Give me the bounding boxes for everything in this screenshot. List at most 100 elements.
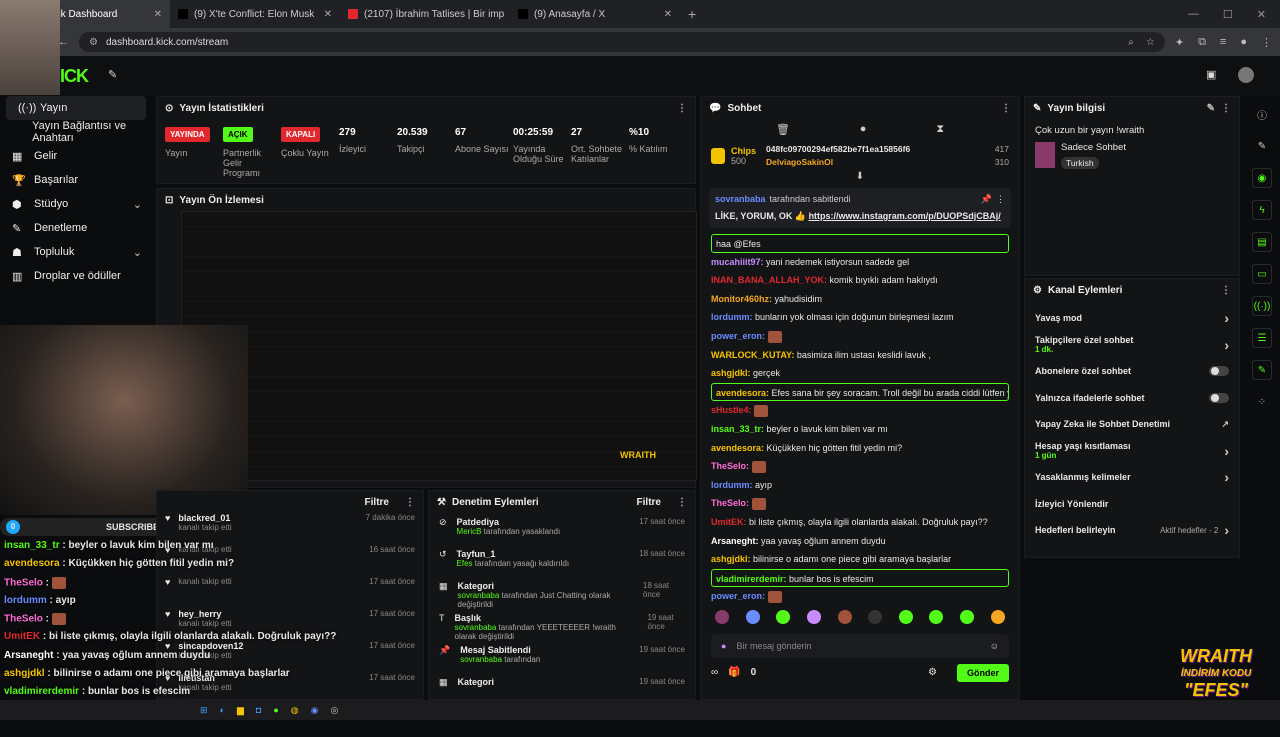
zoom-icon[interactable]: ⌕ bbox=[1128, 37, 1134, 48]
broadcast-rail-icon[interactable]: ((·)) bbox=[1252, 296, 1272, 316]
moderation-actor[interactable]: sovranbaba bbox=[455, 623, 497, 632]
profile-icon[interactable]: ● bbox=[1240, 36, 1247, 49]
chat-username[interactable]: Monitor460hz: bbox=[711, 294, 772, 304]
channel-action-row[interactable]: Yavaş mod › bbox=[1025, 305, 1239, 332]
reading-list-icon[interactable]: ≡ bbox=[1220, 36, 1226, 49]
chevron-down-icon[interactable]: ⌄ bbox=[133, 198, 142, 211]
browser-tab[interactable]: (9) X'te Conflict: Elon Musk ✕ bbox=[170, 0, 340, 28]
stream-category[interactable]: Sadece Sohbet bbox=[1061, 142, 1126, 153]
chat-username[interactable]: ashgjdkl: bbox=[711, 554, 751, 564]
chat-rail-icon[interactable]: ▭ bbox=[1252, 264, 1272, 284]
moderation-row[interactable]: ⊘ Patdediya MericB tarafından yasaklandı 17… bbox=[429, 513, 695, 545]
moderation-actor[interactable]: Efes bbox=[457, 559, 473, 568]
sidebar-item[interactable]: 🏆 Başarılar bbox=[0, 168, 152, 192]
camera-icon[interactable]: ◉ bbox=[1252, 168, 1272, 188]
chat-message[interactable]: mucahiiit97: yani nedemek istiyorsun sad… bbox=[711, 253, 1009, 272]
points-icon[interactable]: ∞ bbox=[711, 667, 718, 678]
moderation-actor[interactable]: MericB bbox=[457, 527, 482, 536]
spotify-icon[interactable]: ● bbox=[273, 705, 278, 715]
scroll-down-icon[interactable]: ⬇ bbox=[701, 171, 1019, 182]
chat-username[interactable]: Arsaneght: bbox=[711, 536, 759, 546]
top-user-1[interactable]: 048fc09700294ef582be7f1ea15856f6 bbox=[766, 144, 910, 154]
new-tab-button[interactable]: + bbox=[680, 6, 704, 22]
more-tools-icon[interactable]: ⁘ bbox=[1252, 392, 1272, 412]
url-field[interactable]: ⚙ dashboard.kick.com/stream ⌕ ☆ bbox=[79, 32, 1165, 52]
wrench-icon[interactable]: ✎ bbox=[108, 68, 117, 81]
queue-icon[interactable]: ☰ bbox=[1252, 328, 1272, 348]
moderation-row[interactable]: T Başlık sovranbaba tarafından YEEETEEEER … bbox=[429, 609, 695, 641]
chat-message[interactable]: ashgjdkl: gerçek bbox=[711, 364, 1009, 383]
pinned-by-user[interactable]: sovranbaba bbox=[715, 194, 766, 205]
emote-shortcut-icon[interactable] bbox=[807, 609, 822, 624]
close-window-icon[interactable]: ✕ bbox=[1257, 8, 1266, 21]
gift-icon[interactable]: 🎁 bbox=[728, 667, 740, 678]
chevron-right-icon[interactable]: › bbox=[1224, 522, 1229, 538]
chat-username[interactable]: mucahiiit97: bbox=[711, 257, 764, 267]
obs-icon[interactable]: ◎ bbox=[331, 705, 339, 716]
sidebar-item[interactable]: ▦ Gelir bbox=[0, 144, 152, 168]
tool-icon[interactable]: ✎ bbox=[1252, 360, 1272, 380]
chat-message[interactable]: vladimirerdemir: bunlar bos is efescim bbox=[711, 568, 1009, 588]
pencil-icon[interactable]: ✎ bbox=[1252, 136, 1272, 156]
edit-info-icon[interactable]: ✎ bbox=[1207, 103, 1215, 114]
sidebar-item[interactable]: ☗ Topluluk ⌄ bbox=[0, 240, 152, 264]
chat-message[interactable]: haa @Efes bbox=[711, 234, 1009, 253]
emote-shortcut-icon[interactable] bbox=[898, 609, 913, 624]
chat-message[interactable]: ashgjdkl: bilinirse o adamı one piece gi… bbox=[711, 550, 1009, 569]
chrome-icon[interactable]: ◍ bbox=[291, 705, 299, 716]
channel-action-row[interactable]: Yalnızca ifadelerle sohbet bbox=[1025, 385, 1239, 412]
tab-close-icon[interactable]: ✕ bbox=[664, 9, 672, 20]
browser-tab[interactable]: (9) Anasayfa / X ✕ bbox=[510, 0, 680, 28]
browser-tab[interactable]: (2107) İbrahim Tatlises | Bir imp✕ bbox=[340, 0, 510, 28]
info-icon[interactable]: ⓘ bbox=[1252, 104, 1272, 124]
outlook-icon[interactable]: ◘ bbox=[256, 705, 261, 715]
chat-username[interactable]: TheSelo: bbox=[711, 461, 749, 471]
chat-username[interactable]: INAN_BANA_ALLAH_YOK: bbox=[711, 275, 827, 285]
activity-name[interactable]: blackred_01 bbox=[178, 513, 231, 523]
channel-action-row[interactable]: Hesap yaşı kısıtlaması 1 gün › bbox=[1025, 438, 1239, 465]
lightning-icon[interactable]: ϟ bbox=[1252, 200, 1272, 220]
emote-shortcut-icon[interactable] bbox=[837, 609, 852, 624]
start-icon[interactable]: ⊞ bbox=[200, 705, 208, 716]
chat-username[interactable]: lordumm: bbox=[711, 480, 753, 490]
chat-input[interactable]: ● Bir mesaj gönderin ☺ bbox=[711, 633, 1009, 658]
chat-message[interactable]: lordumm: ayıp bbox=[711, 476, 1009, 495]
emote-shortcut-icon[interactable] bbox=[868, 609, 883, 624]
trash-icon[interactable]: 🗑 bbox=[776, 123, 790, 136]
sidebar-item[interactable]: ✎ Denetleme bbox=[0, 216, 152, 240]
more-options-icon[interactable]: ⋮ bbox=[1221, 103, 1231, 114]
toggle-switch[interactable] bbox=[1209, 392, 1229, 403]
chat-username[interactable]: power_eron: bbox=[711, 331, 765, 341]
channel-action-row[interactable]: Abonelere özel sohbet bbox=[1025, 358, 1239, 385]
hourglass-icon[interactable]: ⧗ bbox=[936, 123, 944, 136]
chevron-down-icon[interactable]: ⌄ bbox=[133, 246, 142, 259]
folder-icon[interactable]: ▆ bbox=[237, 705, 244, 716]
kick-logo[interactable]: ICK bbox=[60, 66, 89, 87]
channel-action-row[interactable]: Yasaklanmış kelimeler › bbox=[1025, 464, 1239, 491]
chat-username[interactable]: sHustle4: bbox=[711, 405, 752, 415]
chat-message[interactable]: insan_33_tr: beyler o lavuk kim bilen va… bbox=[711, 420, 1009, 439]
chat-message[interactable]: Monitor460hz: yahudisidim bbox=[711, 290, 1009, 309]
more-options-icon[interactable]: ⋮ bbox=[1221, 285, 1231, 296]
mic-icon[interactable]: ● bbox=[721, 641, 726, 651]
channel-action-row[interactable]: Yapay Zeka ile Sohbet Denetimi ↗ bbox=[1025, 411, 1239, 438]
emote-shortcut-icon[interactable] bbox=[960, 609, 975, 624]
chat-message[interactable]: Arsaneght: yaa yavaş oğlum annem duydu bbox=[711, 532, 1009, 551]
chat-message[interactable]: WARLOCK_KUTAY: basimiza ilim ustası kesl… bbox=[711, 346, 1009, 365]
channel-action-row[interactable]: Takipçilere özel sohbet 1 dk. › bbox=[1025, 332, 1239, 359]
moderation-actor[interactable]: sovranbaba bbox=[458, 591, 500, 600]
pinned-link[interactable]: https://www.instagram.com/p/DUOPSdjCBAj/ bbox=[809, 211, 1001, 221]
pin-icon[interactable]: 📌 bbox=[981, 194, 992, 205]
bookmark-star-icon[interactable]: ☆ bbox=[1146, 37, 1155, 48]
emote-shortcut-icon[interactable] bbox=[776, 609, 791, 624]
activity-filter-button[interactable]: Filtre bbox=[365, 497, 389, 508]
channel-action-row[interactable]: İzleyici Yönlendir bbox=[1025, 491, 1239, 518]
emote-shortcut-icon[interactable] bbox=[715, 609, 730, 624]
more-options-icon[interactable]: ⋮ bbox=[996, 194, 1005, 205]
top-user-2[interactable]: DelviagoSakinOl bbox=[766, 157, 833, 167]
chat-username[interactable]: UmitEK: bbox=[711, 517, 747, 527]
chat-username[interactable]: TheSelo: bbox=[711, 498, 749, 508]
more-options-icon[interactable]: ⋮ bbox=[677, 103, 687, 114]
emoji-icon[interactable]: ☺ bbox=[990, 641, 999, 651]
chat-settings-icon[interactable]: ⚙ bbox=[928, 667, 937, 678]
